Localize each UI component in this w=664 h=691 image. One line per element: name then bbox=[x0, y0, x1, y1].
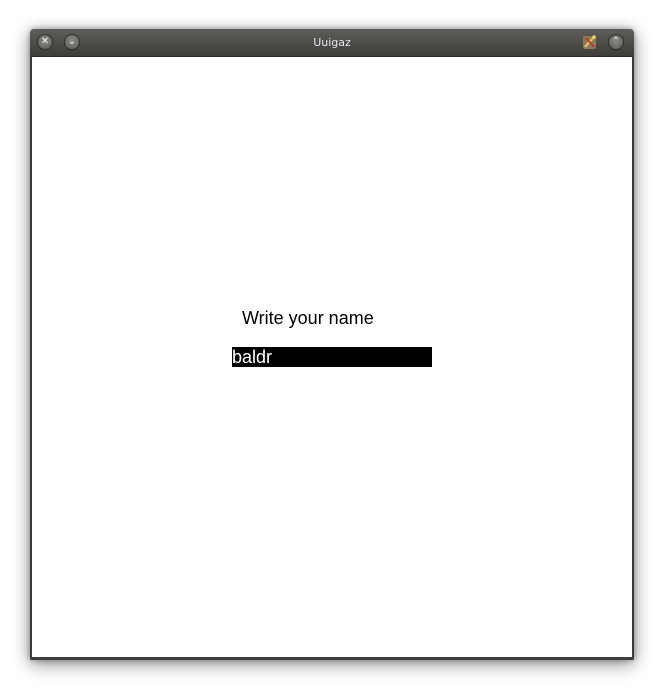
desktop: ✕ ⌄ Uuigaz ⌃ Write your name bbox=[0, 0, 664, 691]
app-window: ✕ ⌄ Uuigaz ⌃ Write your name bbox=[30, 29, 634, 660]
window-frame-right bbox=[632, 56, 634, 660]
name-prompt-label: Write your name bbox=[242, 308, 374, 328]
double-chevron-up-icon: ⌃ bbox=[611, 36, 621, 47]
maximize-button[interactable]: ⌃ bbox=[608, 34, 624, 50]
title-bar[interactable]: ✕ ⌄ Uuigaz ⌃ bbox=[30, 29, 634, 57]
client-area: Write your name bbox=[32, 57, 632, 657]
window-frame-bottom bbox=[30, 657, 634, 660]
paint-tools-icon bbox=[583, 35, 596, 49]
window-title: Uuigaz bbox=[313, 36, 351, 49]
name-input[interactable] bbox=[232, 347, 432, 367]
